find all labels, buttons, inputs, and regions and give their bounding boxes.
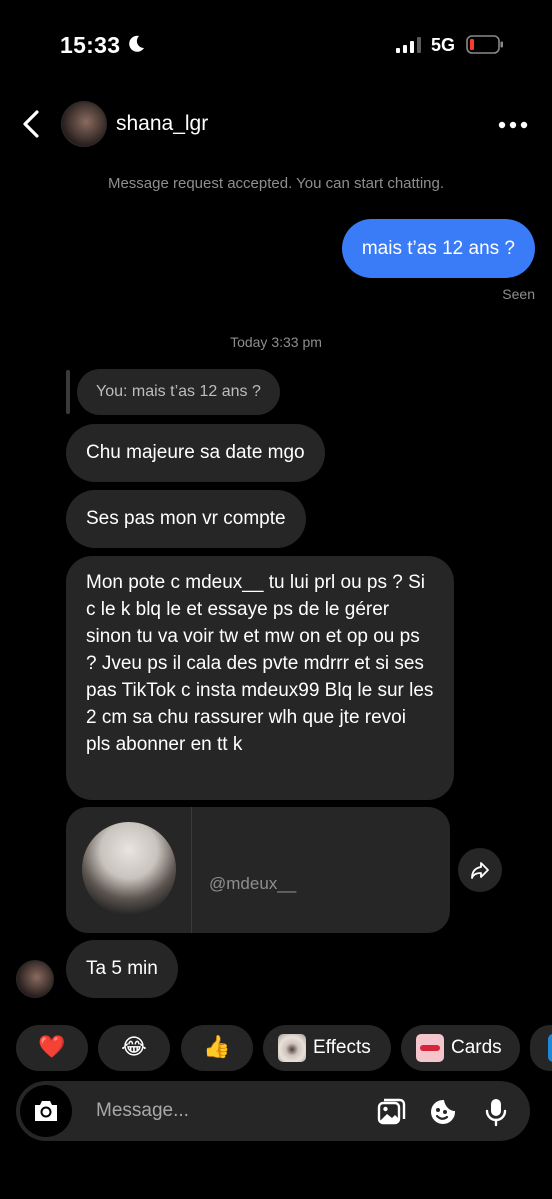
laugh-reaction-button[interactable]: 😂	[98, 1025, 170, 1071]
partial-icon	[548, 1034, 552, 1062]
gallery-icon[interactable]	[376, 1097, 406, 1127]
profile-handle: @mdeux__	[209, 874, 297, 893]
effects-button[interactable]: Effects	[263, 1025, 391, 1071]
incoming-message[interactable]: Ses pas mon vr compte	[66, 490, 306, 548]
effects-icon	[278, 1034, 306, 1062]
more-icon[interactable]	[498, 121, 528, 129]
incoming-message[interactable]: Ta 5 min	[66, 940, 178, 998]
moon-icon	[129, 35, 144, 52]
message-timestamp: Today 3:33 pm	[230, 334, 322, 350]
outgoing-message[interactable]: mais t’as 12 ans ?	[341, 219, 535, 278]
cards-icon	[416, 1034, 444, 1062]
incoming-message[interactable]: Chu majeure sa date mgo	[66, 424, 325, 482]
network-type: 5G	[431, 35, 456, 55]
avatar[interactable]	[61, 101, 107, 147]
sender-avatar[interactable]	[16, 960, 54, 998]
battery-icon	[466, 35, 503, 54]
share-icon	[471, 862, 489, 879]
signal-icon	[396, 37, 421, 53]
shared-profile-card[interactable]: @mdeux__	[66, 807, 450, 933]
mic-icon[interactable]	[481, 1097, 511, 1127]
request-accepted-note: Message request accepted. You can start …	[107, 175, 445, 192]
profile-photo	[82, 822, 176, 916]
reply-quote[interactable]: You: mais t’as 12 ans ?	[77, 369, 280, 415]
camera-button[interactable]	[20, 1085, 72, 1137]
cards-label: Cards	[451, 1037, 502, 1058]
cards-button[interactable]: Cards	[401, 1025, 520, 1071]
heart-reaction-button[interactable]: ❤️	[16, 1025, 88, 1071]
back-icon[interactable]	[18, 109, 44, 139]
more-quick-button[interactable]	[530, 1025, 552, 1071]
message-input[interactable]	[96, 1081, 366, 1141]
seen-status: Seen	[502, 286, 535, 302]
chat-username[interactable]: shana_lgr	[116, 112, 208, 136]
message-composer	[16, 1081, 530, 1141]
quick-reactions-row: ❤️ 😂 👍 Effects Cards	[0, 1025, 552, 1071]
status-time: 15:33	[60, 32, 121, 58]
chat-header: shana_lgr	[0, 95, 552, 155]
share-button[interactable]	[458, 848, 502, 892]
camera-icon	[35, 1101, 57, 1121]
reply-indicator	[66, 370, 70, 414]
card-divider	[191, 807, 192, 933]
incoming-message[interactable]: Mon pote c mdeux__ tu lui prl ou ps ? Si…	[66, 556, 454, 800]
effects-label: Effects	[313, 1037, 371, 1058]
status-bar: 15:33 5G	[0, 0, 552, 90]
thumbs-up-reaction-button[interactable]: 👍	[181, 1025, 253, 1071]
sticker-icon[interactable]	[428, 1097, 458, 1127]
